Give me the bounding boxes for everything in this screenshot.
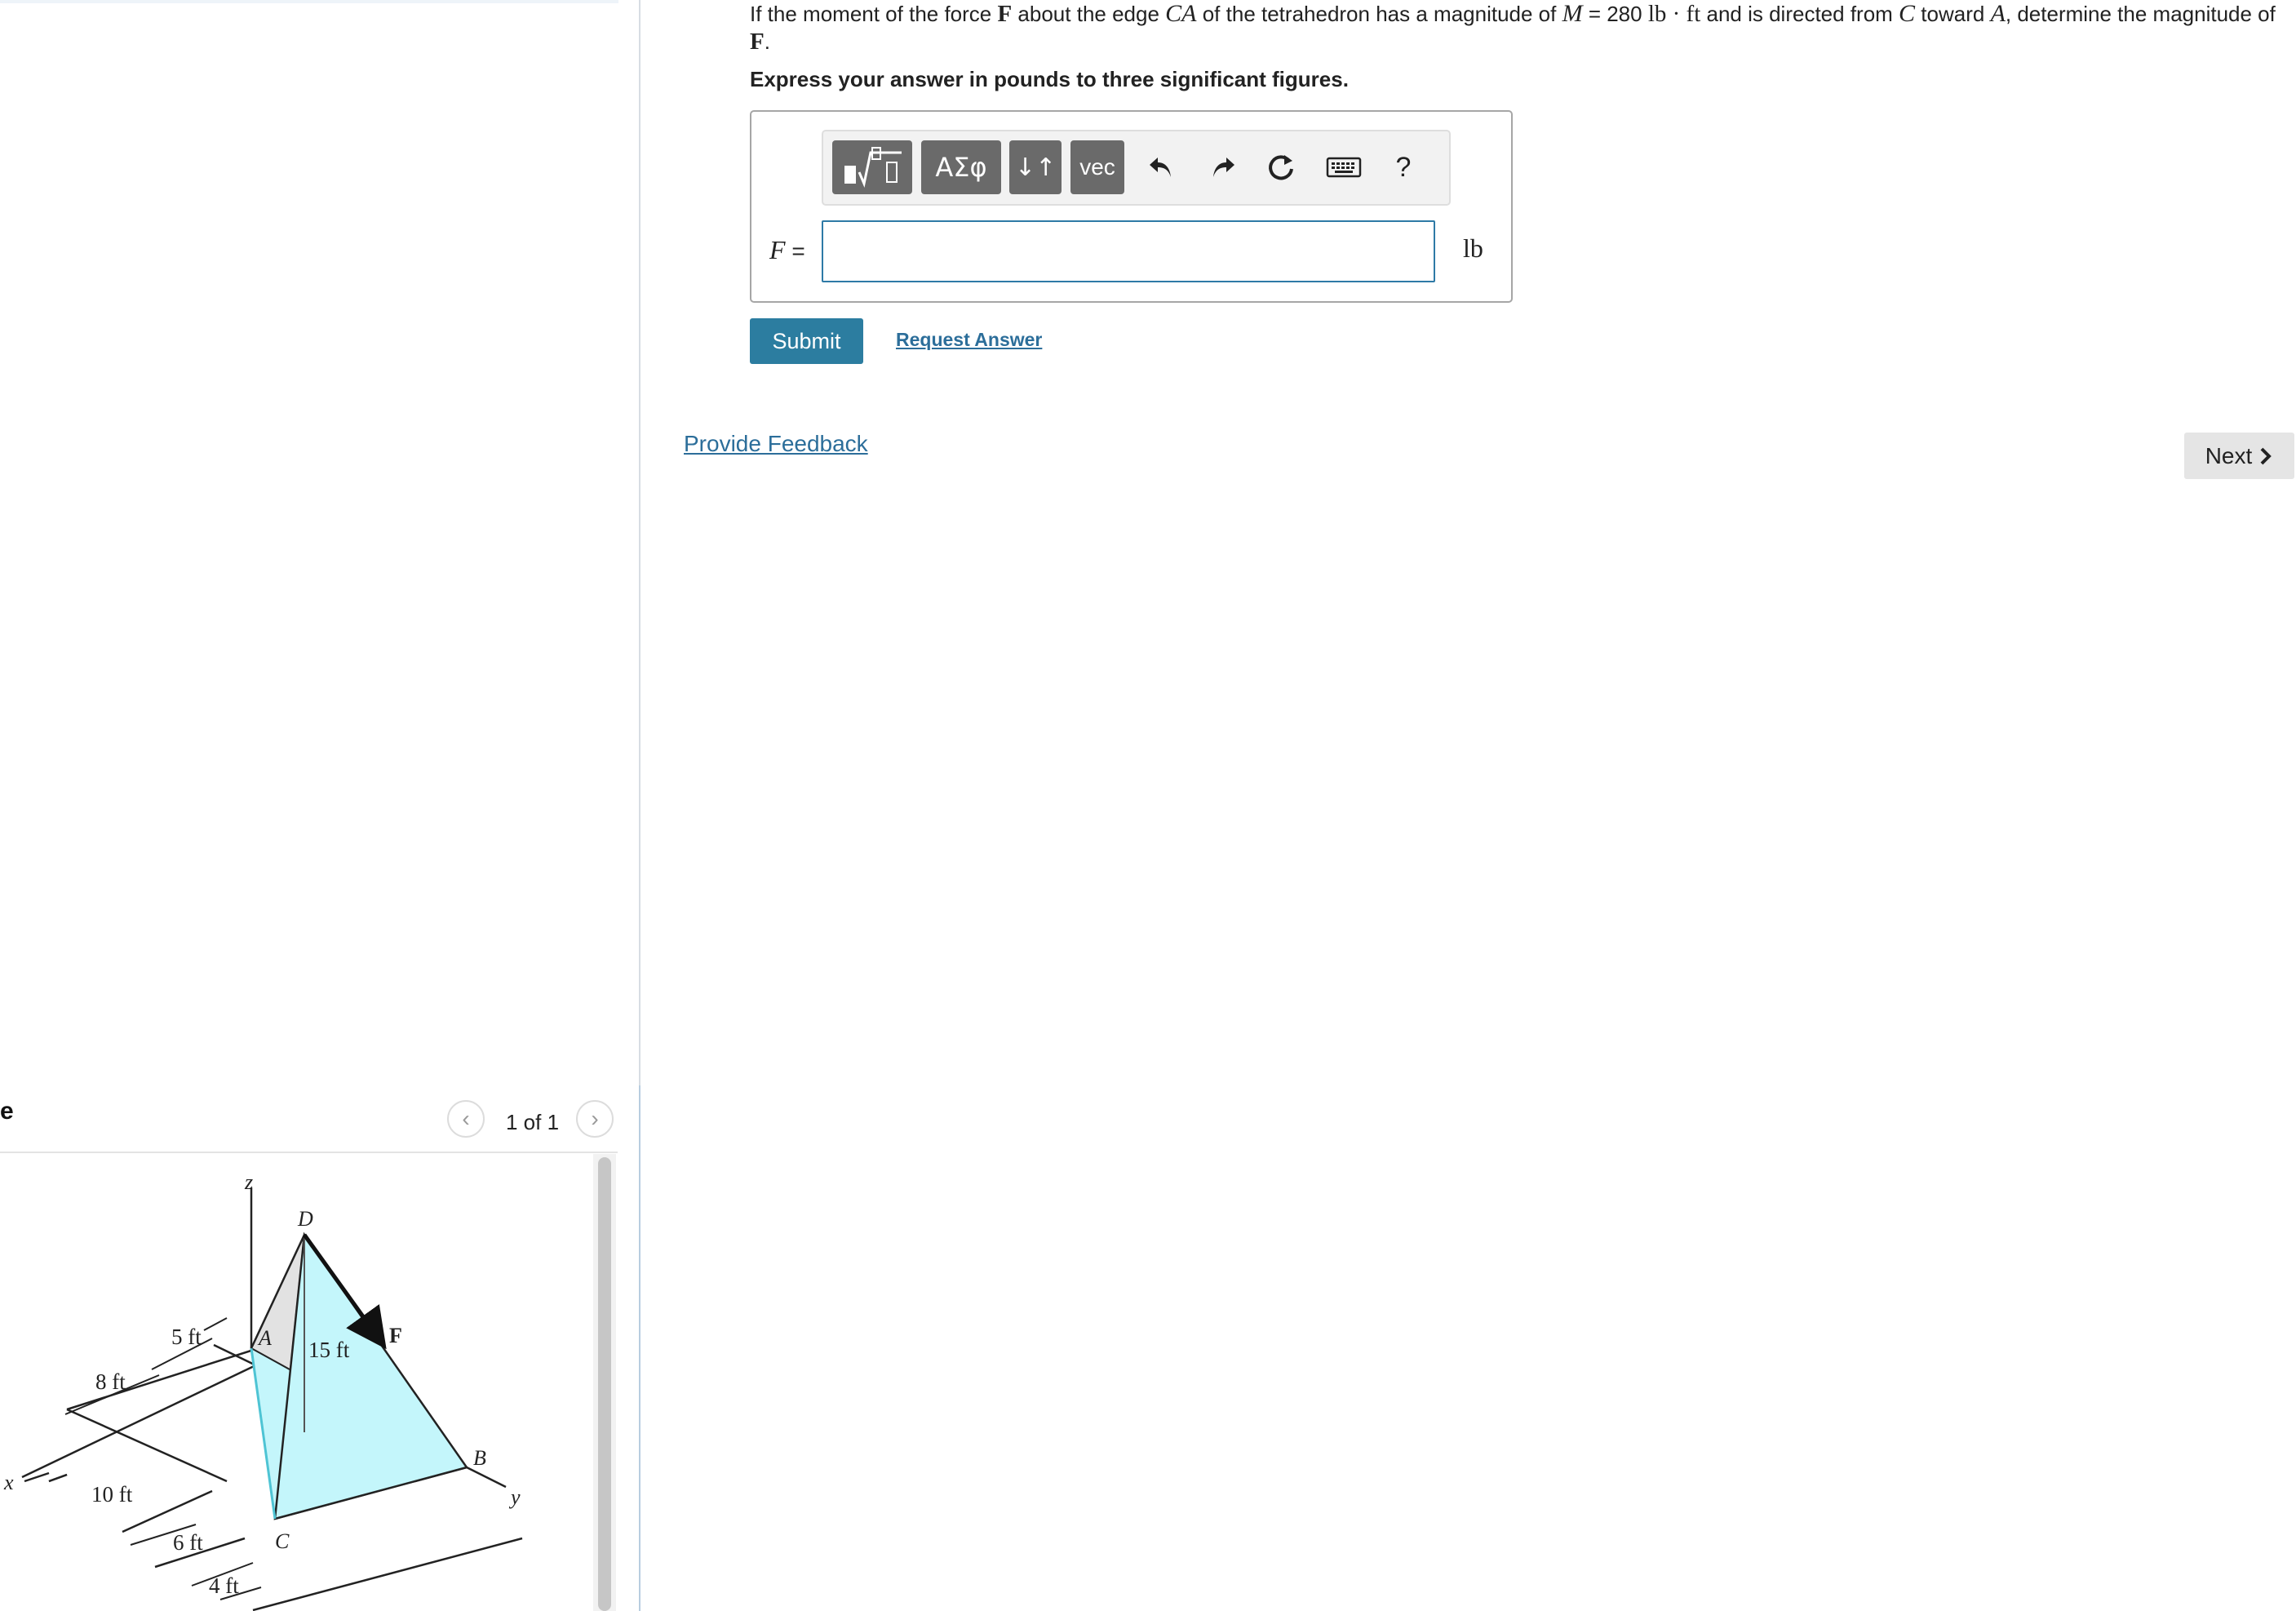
dimension-10ft: 10 ft bbox=[91, 1482, 133, 1507]
y-axis bbox=[466, 1466, 507, 1489]
label-x: x bbox=[3, 1471, 14, 1494]
reset-button[interactable] bbox=[1261, 145, 1301, 189]
undo-button[interactable] bbox=[1141, 145, 1181, 189]
submit-button[interactable]: Submit bbox=[750, 318, 863, 364]
label-A: A bbox=[257, 1326, 272, 1350]
arrows-button[interactable]: ↓↑ bbox=[1009, 140, 1062, 194]
next-label: Next bbox=[2205, 442, 2253, 468]
provide-feedback-link[interactable]: Provide Feedback bbox=[684, 431, 868, 457]
figure-scrollbar-thumb[interactable] bbox=[598, 1157, 611, 1611]
figure-header: e bbox=[0, 1098, 14, 1125]
label-C: C bbox=[275, 1529, 290, 1553]
next-figure-button[interactable]: › bbox=[576, 1100, 614, 1138]
reset-icon bbox=[1269, 155, 1293, 180]
x-axis bbox=[21, 1357, 270, 1479]
figure-pager-text: 1 of 1 bbox=[506, 1110, 560, 1134]
figure-pane: e ‹ 1 of 1 › z D A B C x y F 15 ft 5 ft … bbox=[0, 0, 638, 1611]
fraction-sqrt-templates-icon bbox=[844, 147, 902, 188]
tetrahedron-figure: z D A B C x y F 15 ft 5 ft 8 ft 10 ft 6 … bbox=[3, 1170, 523, 1611]
next-button[interactable]: Next bbox=[2184, 433, 2294, 479]
chevron-right-icon: › bbox=[591, 1106, 599, 1131]
dimension-4ft: 4 ft bbox=[209, 1573, 239, 1598]
answer-instruction: Express your answer in pounds to three s… bbox=[750, 67, 1349, 91]
dimension-5ft: 5 ft bbox=[171, 1325, 202, 1349]
greek-symbols-button[interactable]: ΑΣφ bbox=[921, 140, 1001, 194]
figure-divider bbox=[0, 1152, 618, 1153]
redo-button[interactable] bbox=[1203, 145, 1243, 189]
dimension-15ft: 15 ft bbox=[308, 1338, 350, 1362]
dimension-6ft: 6 ft bbox=[173, 1530, 203, 1555]
label-F: F bbox=[389, 1324, 402, 1347]
help-button[interactable]: ? bbox=[1383, 145, 1424, 189]
chevron-left-icon: ‹ bbox=[462, 1106, 470, 1131]
vector-button[interactable]: vec bbox=[1070, 140, 1124, 194]
redo-icon bbox=[1213, 158, 1234, 177]
label-D: D bbox=[297, 1207, 313, 1231]
request-answer-link[interactable]: Request Answer bbox=[896, 329, 1042, 351]
chevron-right-icon bbox=[2260, 447, 2272, 464]
label-B: B bbox=[473, 1446, 486, 1470]
question-text: If the moment of the force F about the e… bbox=[750, 0, 2276, 55]
answer-input[interactable] bbox=[822, 220, 1435, 282]
top-strip bbox=[0, 0, 618, 3]
label-z: z bbox=[244, 1170, 253, 1194]
dimension-8ft: 8 ft bbox=[95, 1369, 126, 1394]
answer-variable-label: F = bbox=[769, 235, 805, 264]
previous-figure-button[interactable]: ‹ bbox=[447, 1100, 485, 1138]
keyboard-icon bbox=[1326, 157, 1362, 178]
answer-unit: lb bbox=[1463, 233, 1483, 263]
label-y: y bbox=[508, 1485, 521, 1509]
templates-button[interactable] bbox=[832, 140, 912, 194]
pane-divider-accent bbox=[639, 1085, 640, 1611]
undo-icon bbox=[1150, 158, 1171, 177]
keyboard-button[interactable] bbox=[1321, 145, 1367, 189]
